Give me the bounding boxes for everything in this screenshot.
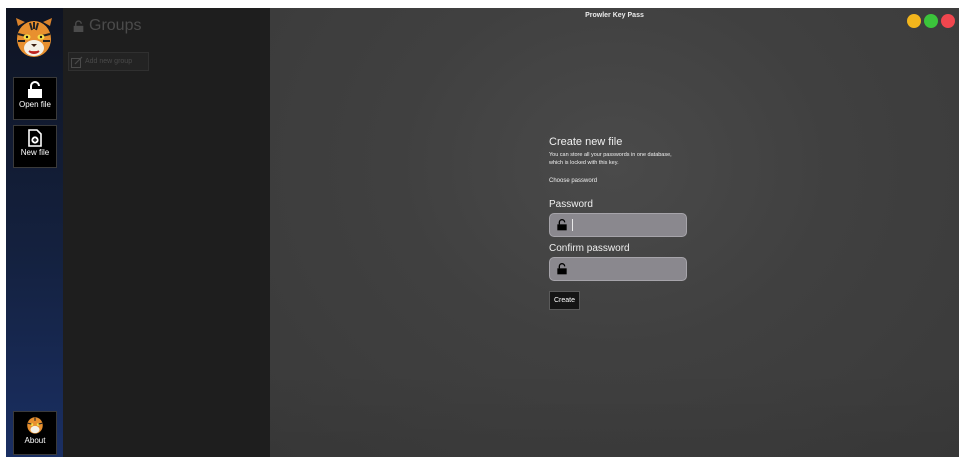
maximize-button[interactable] (924, 14, 938, 28)
tiger-logo-icon (16, 18, 52, 57)
unlock-icon (28, 81, 42, 98)
new-file-button[interactable]: New file (13, 125, 57, 168)
password-label: Password (549, 199, 593, 210)
tiger-about-icon (27, 417, 43, 434)
text-caret (572, 219, 573, 231)
minimize-button[interactable] (907, 14, 921, 28)
window-controls (907, 14, 955, 28)
add-new-group-label: Add new group (85, 58, 133, 65)
confirm-password-field[interactable] (549, 257, 687, 281)
window-title: Prowler Key Pass (585, 12, 644, 19)
groups-header: Groups (73, 17, 141, 35)
open-file-label: Open file (18, 100, 52, 109)
about-label: About (24, 436, 46, 445)
close-button[interactable] (941, 14, 955, 28)
app-window: Open file New file About Groups Add new … (6, 8, 959, 457)
groups-panel: Groups Add new group (63, 8, 270, 457)
groups-title: Groups (89, 17, 142, 34)
password-field[interactable] (549, 213, 687, 237)
open-file-button[interactable]: Open file (13, 77, 57, 120)
lock-icon (557, 219, 567, 231)
unlock-icon (73, 19, 84, 32)
new-file-label: New file (20, 148, 50, 157)
about-button[interactable]: About (13, 411, 57, 455)
add-new-group-button[interactable]: Add new group (68, 52, 149, 71)
form-description: You can store all your passwords in one … (549, 152, 672, 166)
form-title: Create new file (549, 136, 623, 148)
lock-icon (557, 263, 567, 275)
create-file-form: Create new file You can store all your p… (549, 136, 709, 310)
confirm-password-label: Confirm password (549, 243, 630, 254)
add-group-icon (71, 56, 83, 68)
left-rail: Open file New file About (6, 8, 63, 457)
create-button[interactable]: Create (549, 291, 581, 310)
choose-password-label: Choose password (549, 178, 598, 184)
main-area: Prowler Key Pass Create new file You can… (270, 8, 959, 457)
new-file-icon (28, 129, 42, 147)
